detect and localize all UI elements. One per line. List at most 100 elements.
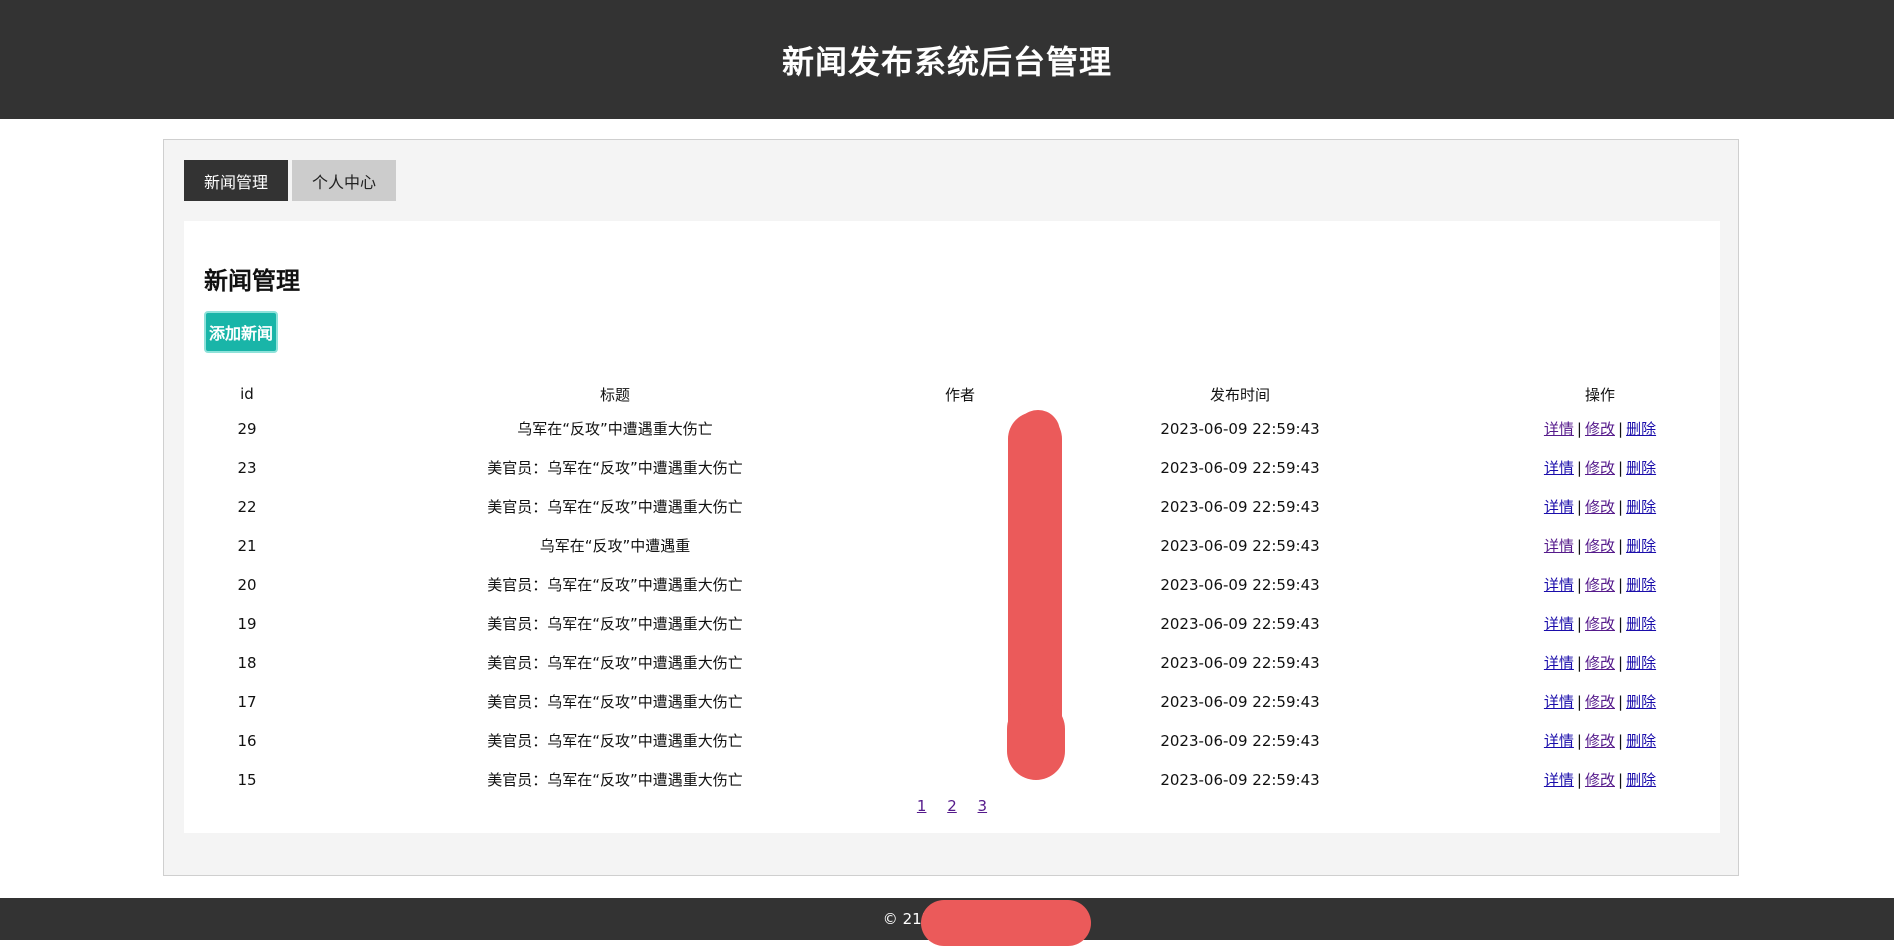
operation-separator: | — [1576, 537, 1582, 555]
delete-link[interactable]: 删除 — [1626, 654, 1656, 672]
cell-title: 乌军在“反攻”中遭遇重 — [539, 537, 691, 555]
cell-author — [940, 526, 980, 565]
operation-separator: | — [1576, 654, 1582, 672]
edit-link[interactable]: 修改 — [1585, 654, 1615, 672]
cell-operations: 详情 | 修改 | 删除 — [1500, 526, 1700, 565]
tab-news-management[interactable]: 新闻管理 — [184, 160, 288, 201]
content-panel: 新闻管理 添加新闻 id 标题 作者 发布时间 操作 29 乌军在“反攻”中遭遇重… — [184, 221, 1720, 833]
operation-separator: | — [1618, 459, 1624, 477]
table-row: 18 美官员：乌军在“反攻”中遭遇重大伤亡 2023-06-09 22:59:43 详… — [204, 643, 1700, 682]
operation-separator: | — [1618, 732, 1624, 750]
table-row: 22 美官员：乌军在“反攻”中遭遇重大伤亡 2023-06-09 22:59:43 详… — [204, 487, 1700, 526]
page-link-1[interactable]: 1 — [917, 797, 927, 815]
operation-separator: | — [1618, 693, 1624, 711]
add-news-button[interactable]: 添加新闻 — [204, 311, 278, 353]
edit-link[interactable]: 修改 — [1585, 771, 1615, 789]
edit-link[interactable]: 修改 — [1585, 459, 1615, 477]
news-table: id 标题 作者 发布时间 操作 29 乌军在“反攻”中遭遇重大伤亡 2023-06… — [204, 379, 1700, 799]
tab-personal-center[interactable]: 个人中心 — [292, 160, 396, 201]
cell-operations: 详情 | 修改 | 删除 — [1500, 643, 1700, 682]
detail-link[interactable]: 详情 — [1544, 420, 1574, 438]
cell-operations: 详情 | 修改 | 删除 — [1500, 721, 1700, 760]
detail-link[interactable]: 详情 — [1544, 732, 1574, 750]
detail-link[interactable]: 详情 — [1544, 615, 1574, 633]
delete-link[interactable]: 删除 — [1626, 498, 1656, 516]
delete-link[interactable]: 删除 — [1626, 693, 1656, 711]
page-link-3[interactable]: 3 — [978, 797, 988, 815]
page-link-2[interactable]: 2 — [947, 797, 957, 815]
cell-operations: 详情 | 修改 | 删除 — [1500, 487, 1700, 526]
table-row: 20 美官员：乌军在“反攻”中遭遇重大伤亡 2023-06-09 22:59:43 详… — [204, 565, 1700, 604]
cell-title: 美官员：乌军在“反攻”中遭遇重大伤亡 — [487, 771, 743, 789]
redaction-mark — [1016, 410, 1060, 454]
operation-separator: | — [1576, 771, 1582, 789]
cell-id: 21 — [237, 536, 257, 555]
main-container: 新闻管理 个人中心 新闻管理 添加新闻 id 标题 作者 发布时间 操作 29 乌… — [163, 139, 1739, 876]
header-title: 标题 — [599, 385, 630, 404]
edit-link[interactable]: 修改 — [1585, 420, 1615, 438]
delete-link[interactable]: 删除 — [1626, 615, 1656, 633]
cell-author — [940, 565, 980, 604]
site-title: 新闻发布系统后台管理 — [781, 42, 1112, 81]
edit-link[interactable]: 修改 — [1585, 537, 1615, 555]
table-row: 29 乌军在“反攻”中遭遇重大伤亡 2023-06-09 22:59:43 详情 | 修改… — [204, 409, 1700, 448]
delete-link[interactable]: 删除 — [1626, 537, 1656, 555]
delete-link[interactable]: 删除 — [1626, 771, 1656, 789]
cell-operations: 详情 | 修改 | 删除 — [1500, 409, 1700, 448]
table-row: 15 美官员：乌军在“反攻”中遭遇重大伤亡 2023-06-09 22:59:43 详… — [204, 760, 1700, 799]
table-row: 16 美官员：乌军在“反攻”中遭遇重大伤亡 2023-06-09 22:59:43 详… — [204, 721, 1700, 760]
detail-link[interactable]: 详情 — [1544, 459, 1574, 477]
cell-author — [940, 604, 980, 643]
redaction-mark — [921, 900, 1091, 946]
cell-id: 22 — [237, 497, 257, 516]
delete-link[interactable]: 删除 — [1626, 576, 1656, 594]
edit-link[interactable]: 修改 — [1585, 693, 1615, 711]
operation-separator: | — [1576, 693, 1582, 711]
cell-author — [940, 721, 980, 760]
detail-link[interactable]: 详情 — [1544, 693, 1574, 711]
cell-operations: 详情 | 修改 | 删除 — [1500, 448, 1700, 487]
cell-id: 16 — [237, 731, 257, 750]
operation-separator: | — [1618, 654, 1624, 672]
detail-link[interactable]: 详情 — [1544, 576, 1574, 594]
cell-author — [940, 643, 980, 682]
detail-link[interactable]: 详情 — [1544, 654, 1574, 672]
operation-separator: | — [1576, 420, 1582, 438]
table-row: 21 乌军在“反攻”中遭遇重 2023-06-09 22:59:43 详情 | 修改 | 删除 — [204, 526, 1700, 565]
detail-link[interactable]: 详情 — [1544, 771, 1574, 789]
cell-author — [940, 682, 980, 721]
delete-link[interactable]: 删除 — [1626, 420, 1656, 438]
operation-separator: | — [1618, 771, 1624, 789]
cell-operations: 详情 | 修改 | 删除 — [1500, 682, 1700, 721]
page-header: 新闻发布系统后台管理 — [0, 0, 1894, 119]
operation-separator: | — [1618, 537, 1624, 555]
operation-separator: | — [1618, 615, 1624, 633]
operation-separator: | — [1576, 732, 1582, 750]
cell-author — [940, 448, 980, 487]
header-operations: 操作 — [1584, 385, 1615, 404]
table-row: 17 美官员：乌军在“反攻”中遭遇重大伤亡 2023-06-09 22:59:43 详… — [204, 682, 1700, 721]
cell-id: 18 — [237, 653, 257, 672]
edit-link[interactable]: 修改 — [1585, 732, 1615, 750]
delete-link[interactable]: 删除 — [1626, 732, 1656, 750]
operation-separator: | — [1618, 576, 1624, 594]
detail-link[interactable]: 详情 — [1544, 498, 1574, 516]
pagination: 1 2 3 — [184, 797, 1720, 815]
edit-link[interactable]: 修改 — [1585, 615, 1615, 633]
cell-id: 23 — [237, 458, 257, 477]
cell-operations: 详情 | 修改 | 删除 — [1500, 565, 1700, 604]
edit-link[interactable]: 修改 — [1585, 498, 1615, 516]
edit-link[interactable]: 修改 — [1585, 576, 1615, 594]
detail-link[interactable]: 详情 — [1544, 537, 1574, 555]
cell-title: 乌军在“反攻”中遭遇重大伤亡 — [517, 420, 713, 438]
operation-separator: | — [1618, 498, 1624, 516]
cell-author — [940, 409, 980, 448]
cell-title: 美官员：乌军在“反攻”中遭遇重大伤亡 — [487, 654, 743, 672]
delete-link[interactable]: 删除 — [1626, 459, 1656, 477]
table-row: 19 美官员：乌军在“反攻”中遭遇重大伤亡 2023-06-09 22:59:43 详… — [204, 604, 1700, 643]
cell-id: 20 — [237, 575, 257, 594]
cell-operations: 详情 | 修改 | 删除 — [1500, 604, 1700, 643]
table-row: 23 美官员：乌军在“反攻”中遭遇重大伤亡 2023-06-09 22:59:43 详… — [204, 448, 1700, 487]
cell-author — [940, 487, 980, 526]
table-header-row: id 标题 作者 发布时间 操作 — [204, 379, 1700, 409]
